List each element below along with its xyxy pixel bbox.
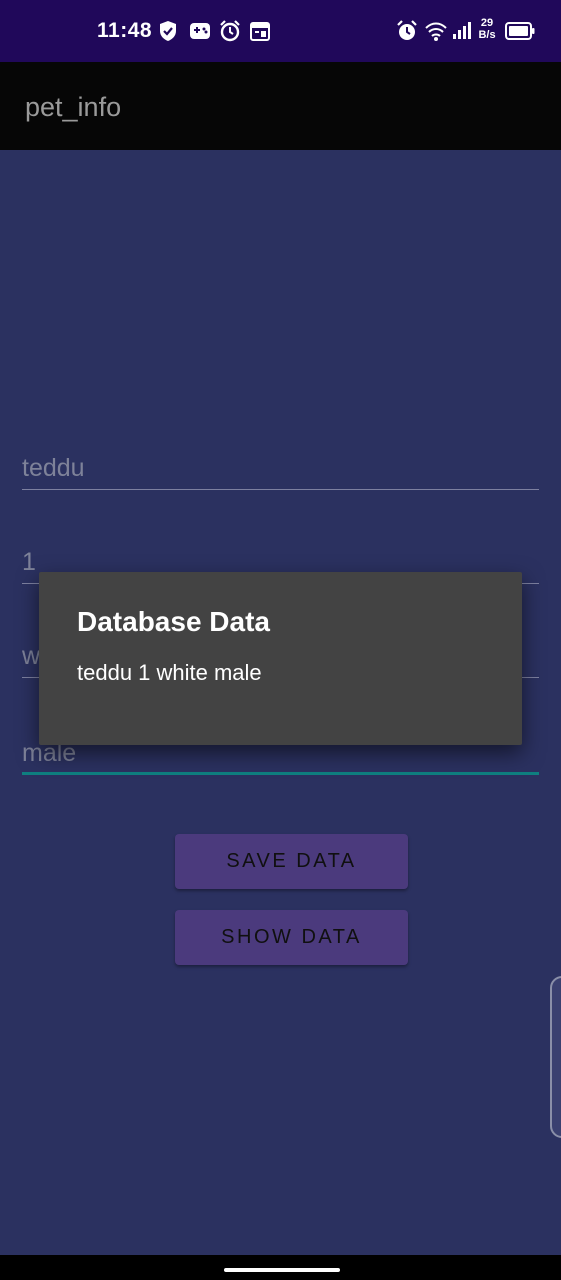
- alarm-icon: [219, 20, 241, 47]
- database-data-dialog: Database Data teddu 1 white male: [39, 572, 522, 745]
- network-speed-value: 29: [480, 17, 494, 29]
- shield-icon: [158, 20, 178, 47]
- home-gesture-handle[interactable]: [224, 1268, 340, 1272]
- navigation-bar: [0, 1255, 561, 1280]
- signal-icon: [451, 20, 473, 47]
- dialog-message: teddu 1 white male: [77, 660, 262, 685]
- battery-icon: [505, 22, 535, 45]
- gamepad-icon: [189, 20, 211, 47]
- alarm-icon: [396, 20, 418, 47]
- wifi-icon: [424, 20, 448, 47]
- status-bar: 11:48 29 B/s: [0, 0, 561, 62]
- dialog-title: Database Data: [77, 606, 270, 637]
- network-speed-unit: B/s: [478, 29, 496, 41]
- network-speed: 29 B/s: [477, 17, 497, 41]
- app-bar: pet_info: [0, 62, 561, 150]
- status-time: 11:48: [97, 19, 153, 42]
- calendar-icon: [249, 20, 271, 47]
- app-title: pet_info: [25, 92, 122, 122]
